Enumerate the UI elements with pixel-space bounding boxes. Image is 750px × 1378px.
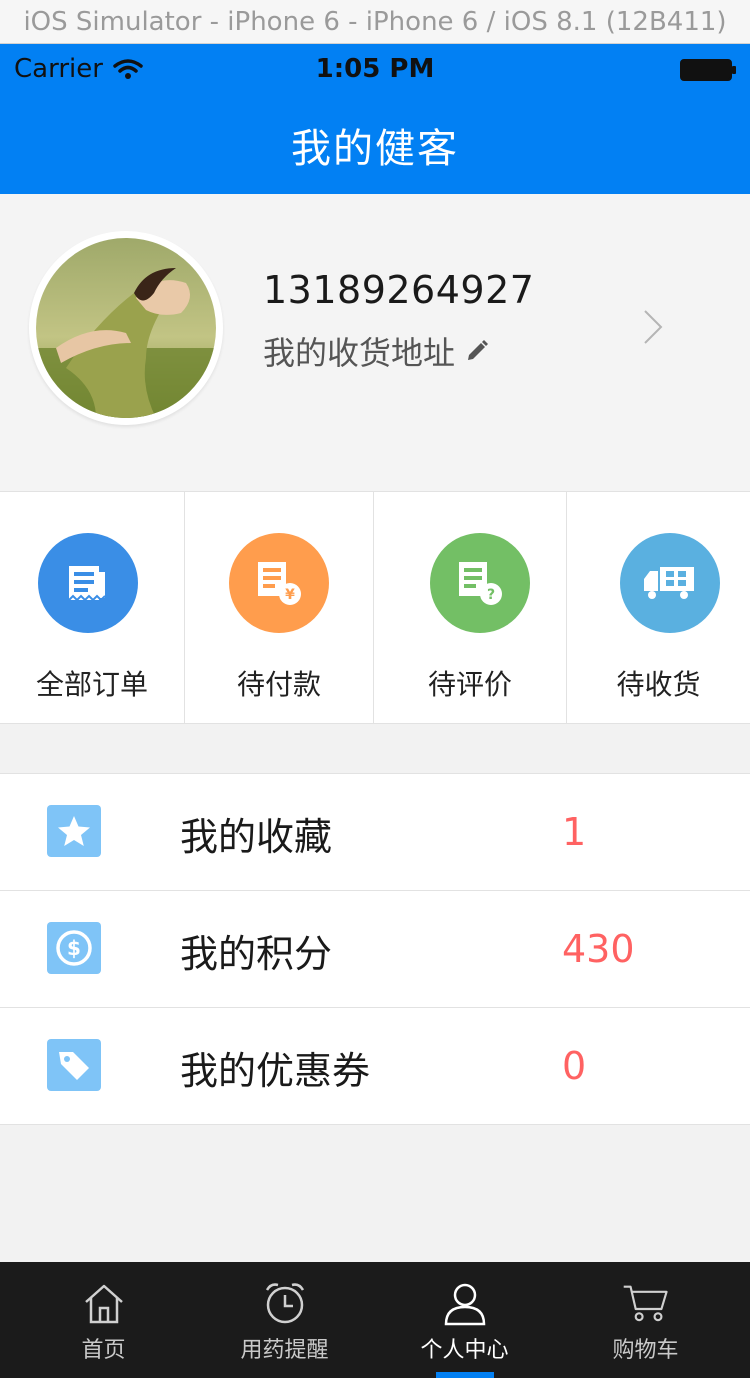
status-time: 1:05 PM xyxy=(315,54,435,84)
person-icon xyxy=(444,1283,485,1326)
svg-text:$: $ xyxy=(67,936,81,960)
menu-count-coupons: 0 xyxy=(562,1044,587,1088)
order-pending-review[interactable]: ? 待评价 xyxy=(374,492,567,723)
order-pending-delivery-label: 待收货 xyxy=(616,668,701,701)
tab-label-profile: 个人中心 xyxy=(420,1338,509,1363)
order-pending-payment-circle: ¥ xyxy=(229,533,329,633)
tab-reminder[interactable]: 用药提醒 xyxy=(191,1262,378,1378)
cart-icon xyxy=(623,1285,668,1322)
menu-item-coupons[interactable]: 我的优惠券 0 xyxy=(0,1008,750,1125)
tab-cart[interactable]: 购物车 xyxy=(552,1262,739,1378)
order-pending-review-label: 待评价 xyxy=(427,668,512,701)
tab-active-indicator xyxy=(436,1372,494,1378)
menu-count-favorites: 1 xyxy=(562,810,587,854)
tab-bar: 首页 用药提醒 个人中心 购物车 xyxy=(0,1262,750,1378)
nav-bar: 我的健客 xyxy=(0,96,750,194)
tab-label-reminder: 用药提醒 xyxy=(240,1338,329,1363)
menu-label-coupons: 我的优惠券 xyxy=(180,1049,371,1093)
tab-home[interactable]: 首页 xyxy=(10,1262,197,1378)
order-pending-payment[interactable]: ¥ 待付款 xyxy=(185,492,374,723)
avatar-photo xyxy=(36,238,216,418)
receipt-yen-icon: ¥ xyxy=(258,562,301,605)
svg-text:¥: ¥ xyxy=(285,587,295,603)
star-icon xyxy=(47,805,101,857)
profile-phone: 13189264927 xyxy=(263,268,535,312)
avatar[interactable] xyxy=(29,231,223,425)
receipt-question-icon: ? xyxy=(459,562,502,605)
truck-icon xyxy=(644,567,694,599)
simulator-titlebar: iOS Simulator - iPhone 6 - iPhone 6 / iO… xyxy=(0,0,750,44)
menu-count-points: 430 xyxy=(562,927,635,971)
order-pending-delivery[interactable]: 待收货 xyxy=(567,492,750,723)
page-title: 我的健客 xyxy=(291,126,459,172)
chevron-right-icon[interactable] xyxy=(637,307,667,347)
simulator-title: iOS Simulator - iPhone 6 - iPhone 6 / iO… xyxy=(23,6,727,37)
order-pending-payment-label: 待付款 xyxy=(236,668,321,701)
svg-text:?: ? xyxy=(487,587,495,603)
tab-profile[interactable]: 个人中心 xyxy=(371,1262,558,1378)
tab-label-cart: 购物车 xyxy=(612,1338,679,1363)
status-bar: Carrier 1:05 PM xyxy=(0,44,750,96)
profile-section[interactable]: 13189264927 我的收货地址 xyxy=(0,194,750,491)
coin-icon: $ xyxy=(47,922,101,974)
order-pending-review-circle: ? xyxy=(430,533,530,633)
address-label: 我的收货地址 xyxy=(263,334,456,372)
order-all-circle xyxy=(38,533,138,633)
menu-item-favorites[interactable]: 我的收藏 1 xyxy=(0,774,750,891)
menu-list: 我的收藏 1 $ 我的积分 430 我的优惠券 0 xyxy=(0,773,750,1125)
menu-item-points[interactable]: $ 我的积分 430 xyxy=(0,891,750,1008)
menu-label-favorites: 我的收藏 xyxy=(180,815,333,859)
receipt-icon xyxy=(68,566,106,602)
menu-label-points: 我的积分 xyxy=(180,932,333,976)
home-icon xyxy=(84,1284,123,1324)
tag-icon xyxy=(47,1039,101,1091)
order-all-label: 全部订单 xyxy=(35,668,148,701)
pencil-icon xyxy=(468,340,489,360)
tab-label-home: 首页 xyxy=(81,1338,126,1363)
order-all[interactable]: 全部订单 xyxy=(0,492,185,723)
alarm-clock-icon xyxy=(265,1283,304,1324)
order-pending-delivery-circle xyxy=(620,533,720,633)
orders-section: 全部订单 ¥ 待付款 ? 待评价 待收货 xyxy=(0,491,750,724)
address-link[interactable]: 我的收货地址 xyxy=(263,328,489,374)
battery-icon xyxy=(680,59,736,81)
